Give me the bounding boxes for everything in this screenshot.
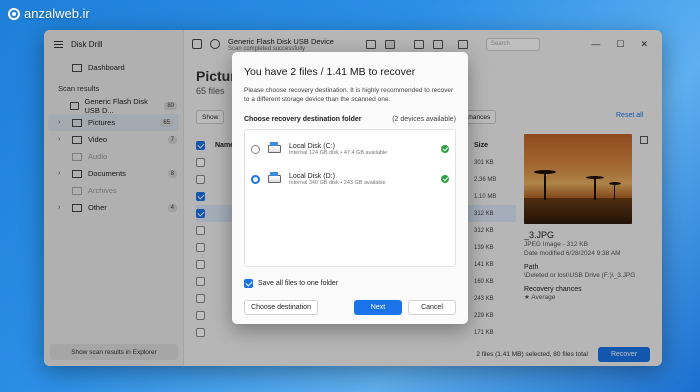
cancel-button[interactable]: Cancel (408, 300, 456, 315)
destination-radio[interactable] (251, 174, 260, 184)
destination-item[interactable]: Local Disk (C:) Internal 124 GB disk • 47… (251, 134, 449, 164)
destination-name: Local Disk (D:) (289, 172, 335, 180)
dialog-description: Please choose recovery destination. It i… (244, 87, 454, 103)
dialog-title: You have 2 files / 1.41 MB to recover (244, 66, 416, 78)
destination-list: Local Disk (C:) Internal 124 GB disk • 47… (244, 129, 456, 267)
destination-item[interactable]: Local Disk (D:) Internal 340 GB disk • 24… (251, 164, 449, 194)
watermark-logo-icon (8, 7, 20, 20)
destination-label: Choose recovery destination folder (244, 116, 362, 123)
next-button[interactable]: Next (354, 300, 402, 315)
choose-destination-button[interactable]: Choose destination (244, 300, 318, 315)
check-circle-icon (441, 145, 449, 153)
watermark: anzalweb.ir (8, 6, 90, 21)
destination-name: Local Disk (C:) (289, 142, 335, 150)
save-all-option[interactable]: Save all files to one folder (244, 279, 456, 288)
disk-icon (268, 142, 281, 153)
save-all-label: Save all files to one folder (258, 280, 339, 287)
save-all-checkbox[interactable] (244, 279, 253, 288)
watermark-text: anzalweb.ir (24, 6, 90, 21)
destination-info: Internal 340 GB disk • 243 GB available (289, 179, 386, 186)
recovery-dialog: You have 2 files / 1.41 MB to recover Pl… (232, 52, 468, 324)
devices-available: (2 devices available) (392, 116, 456, 123)
disk-icon (268, 172, 281, 183)
check-circle-icon (441, 175, 449, 183)
destination-info: Internal 124 GB disk • 47.4 GB available (289, 149, 388, 156)
destination-radio[interactable] (251, 144, 260, 154)
